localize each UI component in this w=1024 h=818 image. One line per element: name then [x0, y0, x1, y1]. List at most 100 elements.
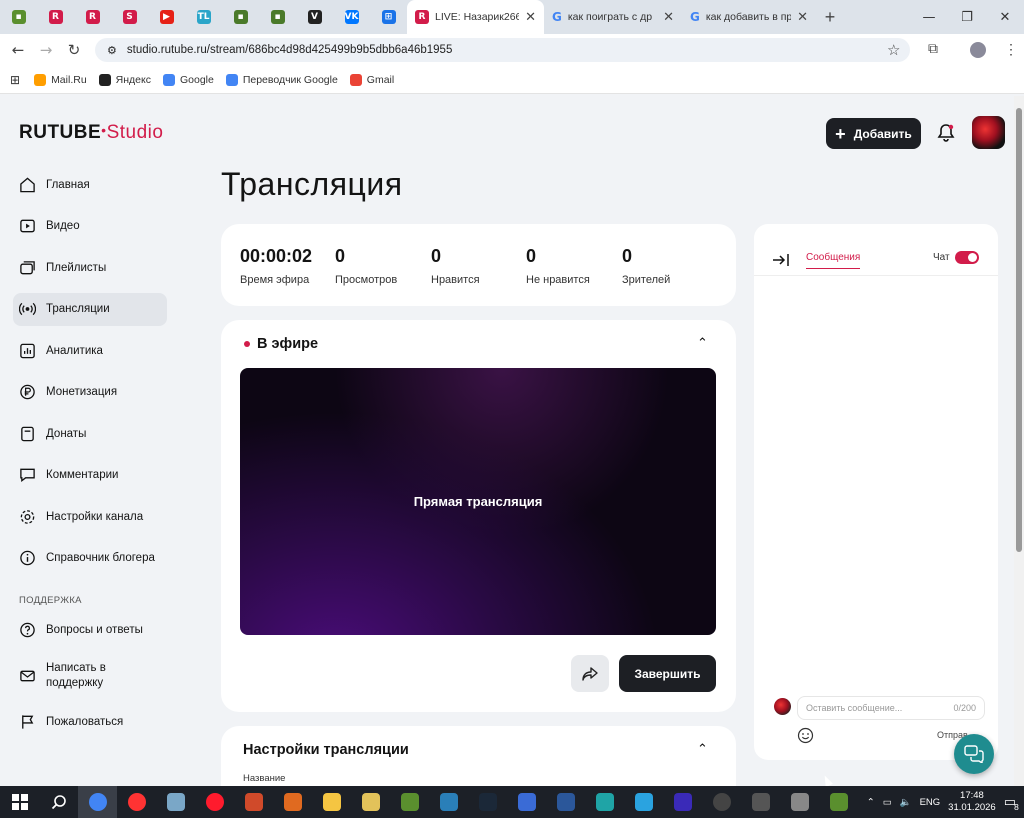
close-tab-icon[interactable]: ✕ [663, 10, 674, 25]
minimize-button[interactable]: — [910, 0, 948, 34]
chat-message-input[interactable]: Оставить сообщение... 0/200 [797, 696, 985, 720]
taskbar-app[interactable] [390, 786, 429, 818]
pinned-tab[interactable]: ▪ [222, 0, 259, 34]
support-heading: ПОДДЕРЖКА [19, 594, 82, 606]
pinned-tab[interactable]: TL [185, 0, 222, 34]
notification-bell-icon[interactable] [937, 123, 955, 143]
taskbar-app[interactable] [507, 786, 546, 818]
sidebar-item[interactable]: Комментарии [13, 459, 167, 492]
taskbar-app[interactable] [702, 786, 741, 818]
menu-icon[interactable]: ⋮ [1004, 41, 1018, 58]
sidebar-item-label: Настройки канала [46, 510, 144, 523]
sidebar-item[interactable]: Видео [13, 210, 167, 243]
pinned-tab[interactable]: ⊞ [370, 0, 407, 34]
end-stream-button[interactable]: Завершить [619, 655, 716, 692]
taskbar-app[interactable] [78, 786, 117, 818]
taskbar-app[interactable] [117, 786, 156, 818]
chat-toggle[interactable] [955, 251, 979, 264]
site-info-icon[interactable]: ⚙ [107, 44, 117, 57]
pinned-tab[interactable]: R [37, 0, 74, 34]
tab-search-2[interactable]: G как добавить в пр ✕ [682, 0, 816, 34]
bookmark-item[interactable]: Gmail [349, 73, 394, 86]
sidebar-item[interactable]: Монетизация [13, 376, 167, 409]
pinned-tab[interactable]: VK [333, 0, 370, 34]
sidebar-item[interactable]: Справочник блогера [13, 542, 167, 575]
pinned-tab[interactable]: ▪ [259, 0, 296, 34]
taskbar-app[interactable] [156, 786, 195, 818]
taskbar-app[interactable] [741, 786, 780, 818]
sidebar-item[interactable]: Трансляции [13, 292, 167, 326]
sidebar-item[interactable]: Вопросы и ответы [13, 614, 167, 647]
bookmark-item[interactable]: Google [162, 73, 214, 86]
share-button[interactable] [571, 655, 609, 692]
taskbar-app[interactable] [663, 786, 702, 818]
word-icon [556, 793, 575, 811]
sidebar-item[interactable]: Пожаловаться [13, 706, 167, 739]
rutube-studio-logo[interactable]: RUTUBE•Studio [19, 122, 163, 144]
page-scrollbar[interactable] [1014, 96, 1024, 786]
taskbar-app[interactable] [468, 786, 507, 818]
pinned-tab[interactable]: ▶ [148, 0, 185, 34]
address-bar-row: ← → ↻ ⚙ studio.rutube.ru/stream/686bc4d9… [0, 34, 1024, 66]
volume-icon[interactable]: 🔈 [900, 797, 912, 808]
clock[interactable]: 17:48 31.01.2026 [948, 790, 996, 814]
close-tab-icon[interactable]: ✕ [797, 10, 808, 25]
taskbar-app[interactable] [234, 786, 273, 818]
tab-search-1[interactable]: G как поиграть с др ✕ [544, 0, 682, 34]
extensions-icon[interactable]: ⧉ [928, 41, 938, 57]
taskbar-app[interactable] [819, 786, 858, 818]
reload-button[interactable]: ↻ [60, 36, 88, 64]
profile-avatar[interactable] [970, 42, 986, 58]
bookmark-item[interactable]: Переводчик Google [225, 73, 338, 86]
url-bar[interactable]: ⚙ studio.rutube.ru/stream/686bc4d98d4254… [95, 38, 910, 62]
close-window-button[interactable]: ✕ [986, 0, 1024, 34]
maximize-button[interactable]: ❐ [948, 0, 986, 34]
taskbar-app[interactable] [585, 786, 624, 818]
taskbar-app[interactable] [273, 786, 312, 818]
taskbar-app[interactable] [351, 786, 390, 818]
emoji-icon[interactable] [797, 727, 814, 744]
scrollbar-thumb[interactable] [1016, 108, 1022, 552]
taskbar-app[interactable] [546, 786, 585, 818]
collapse-live-icon[interactable]: ⌃ [697, 336, 708, 351]
back-button[interactable]: ← [4, 36, 32, 64]
taskbar-app[interactable] [624, 786, 663, 818]
apps-grid-icon[interactable]: ⊞ [10, 73, 20, 87]
close-tab-icon[interactable]: ✕ [525, 10, 536, 25]
taskbar-app[interactable] [780, 786, 819, 818]
sidebar-item[interactable]: Написать в поддержку [13, 655, 167, 697]
forward-button[interactable]: → [32, 36, 60, 64]
bookmark-item[interactable]: Яндекс [98, 73, 151, 86]
pinned-tab[interactable]: R [74, 0, 111, 34]
pinned-tab[interactable]: S [111, 0, 148, 34]
search-button[interactable] [39, 786, 78, 818]
tab-messages[interactable]: Сообщения [806, 252, 861, 269]
sidebar-item[interactable]: Главная [13, 168, 167, 201]
notifications-icon[interactable]: ▭ 8 [1004, 795, 1019, 812]
pinned-tab[interactable]: ▪ [0, 0, 37, 34]
taskbar-app[interactable] [312, 786, 351, 818]
collapse-chat-icon[interactable] [772, 253, 790, 267]
sidebar-item[interactable]: Донаты [13, 417, 167, 450]
taskbar-app[interactable] [429, 786, 468, 818]
user-avatar[interactable] [972, 116, 1005, 149]
video-player[interactable]: Прямая трансляция [240, 368, 716, 635]
bookmark-item[interactable]: Mail.Ru [34, 73, 87, 86]
bookmark-star-icon[interactable]: ☆ [887, 41, 900, 59]
add-button-label: Добавить [853, 126, 912, 141]
tray-expand-icon[interactable]: ⌃ [867, 797, 875, 808]
start-button[interactable] [0, 786, 39, 818]
sidebar-item[interactable]: Настройки канала [13, 500, 167, 533]
sidebar-item[interactable]: Плейлисты [13, 251, 167, 284]
sidebar-item-label: Плейлисты [46, 261, 107, 274]
network-icon[interactable]: ▭ [883, 797, 892, 808]
taskbar-app[interactable] [195, 786, 234, 818]
support-chat-button[interactable] [954, 734, 994, 774]
collapse-settings-icon[interactable]: ⌃ [697, 742, 708, 757]
new-tab-button[interactable]: + [816, 0, 844, 34]
add-button[interactable]: + Добавить [826, 118, 921, 149]
language-indicator[interactable]: ENG [920, 797, 941, 808]
tab-live[interactable]: R LIVE: Назарик2664 ✕ [407, 0, 544, 34]
sidebar-item[interactable]: Аналитика [13, 334, 167, 367]
pinned-tab[interactable]: V [296, 0, 333, 34]
